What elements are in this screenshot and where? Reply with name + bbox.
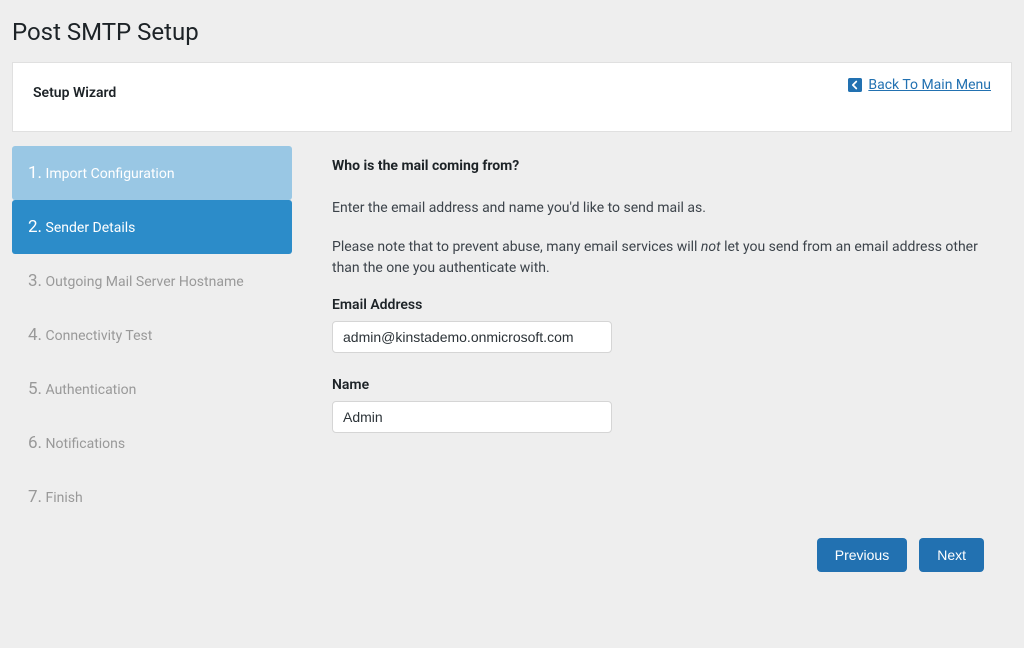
- step-label: Authentication: [46, 382, 137, 398]
- back-link-label: Back To Main Menu: [868, 77, 991, 93]
- step-number: 2.: [28, 217, 42, 237]
- step-number: 7.: [28, 487, 42, 507]
- wizard-card: Setup Wizard Back To Main Menu: [12, 62, 1012, 132]
- step-label: Sender Details: [46, 220, 136, 236]
- wizard-subtitle: Setup Wizard: [33, 85, 991, 101]
- intro-text: Enter the email address and name you'd l…: [332, 198, 1002, 219]
- steps-sidebar: 1. Import Configuration 2. Sender Detail…: [12, 146, 292, 524]
- step-finish[interactable]: 7. Finish: [12, 470, 292, 524]
- wizard-body: 1. Import Configuration 2. Sender Detail…: [12, 146, 1012, 524]
- step-number: 3.: [28, 271, 42, 291]
- previous-button[interactable]: Previous: [817, 538, 907, 572]
- back-to-main-link[interactable]: Back To Main Menu: [848, 77, 991, 93]
- step-number: 5.: [28, 379, 42, 399]
- nav-buttons: Previous Next: [0, 538, 984, 572]
- page-title: Post SMTP Setup: [0, 0, 1024, 62]
- step-import-configuration[interactable]: 1. Import Configuration: [12, 146, 292, 200]
- next-button[interactable]: Next: [919, 538, 984, 572]
- step-sender-details[interactable]: 2. Sender Details: [12, 200, 292, 254]
- step-label: Import Configuration: [46, 166, 175, 182]
- section-heading: Who is the mail coming from?: [332, 158, 1002, 174]
- step-number: 4.: [28, 325, 42, 345]
- email-label: Email Address: [332, 297, 1002, 313]
- name-label: Name: [332, 377, 1002, 393]
- name-field[interactable]: [332, 401, 612, 433]
- step-authentication[interactable]: 5. Authentication: [12, 362, 292, 416]
- step-connectivity-test[interactable]: 4. Connectivity Test: [12, 308, 292, 362]
- back-arrow-icon: [848, 78, 862, 92]
- email-field[interactable]: [332, 321, 612, 353]
- step-label: Finish: [46, 490, 83, 506]
- step-label: Outgoing Mail Server Hostname: [46, 274, 244, 290]
- step-notifications[interactable]: 6. Notifications: [12, 416, 292, 470]
- content-panel: Who is the mail coming from? Enter the e…: [322, 146, 1012, 524]
- step-label: Notifications: [46, 436, 126, 452]
- warning-text: Please note that to prevent abuse, many …: [332, 237, 1002, 279]
- step-number: 6.: [28, 433, 42, 453]
- step-outgoing-mail-server[interactable]: 3. Outgoing Mail Server Hostname: [12, 254, 292, 308]
- step-number: 1.: [28, 163, 42, 183]
- step-label: Connectivity Test: [46, 328, 153, 344]
